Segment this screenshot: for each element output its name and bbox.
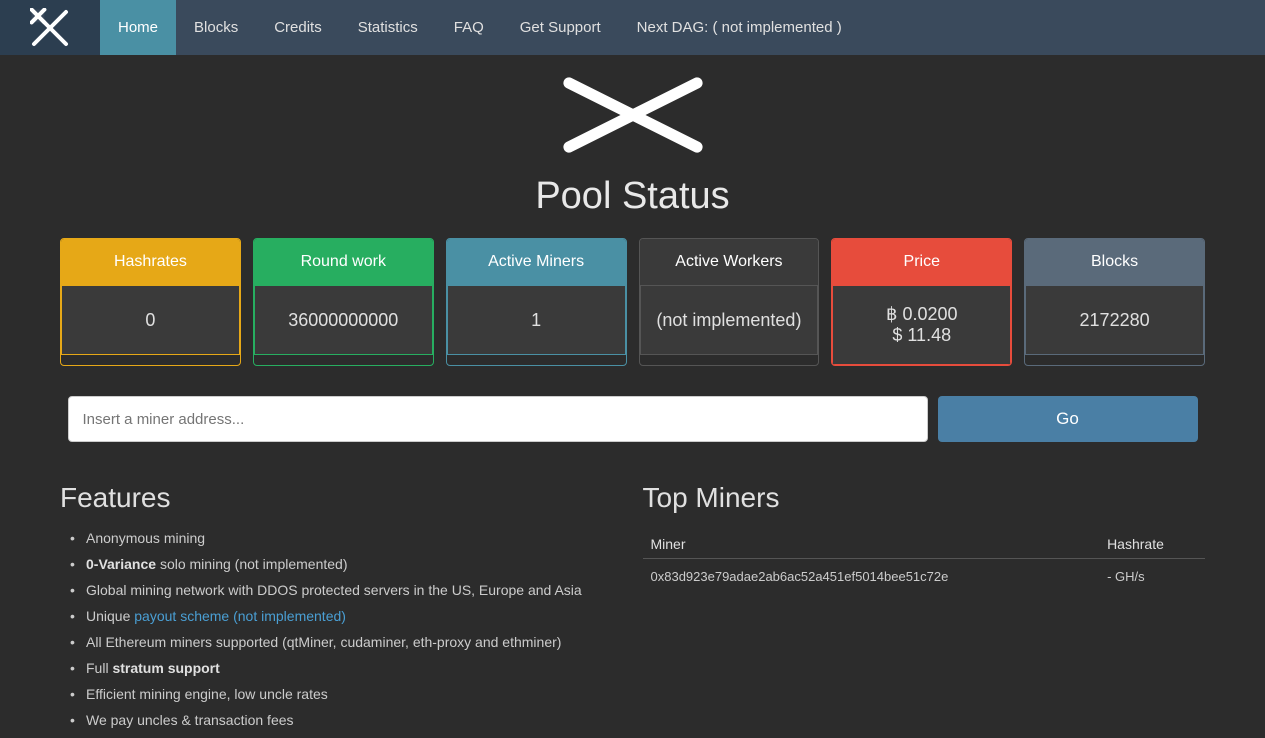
top-miners-title: Top Miners [643, 482, 1206, 514]
card-miners-label: Active Miners [447, 239, 626, 285]
nav-statistics[interactable]: Statistics [340, 0, 436, 55]
bottom-section: Features Anonymous mining 0-Variance sol… [0, 482, 1265, 738]
logo-area [0, 55, 1265, 165]
miner-address: 0x83d923e79adae2ab6ac52a451ef5014bee51c7… [643, 559, 1100, 595]
miners-table-col-hashrate: Hashrate [1099, 530, 1205, 559]
nav-logo [0, 0, 100, 55]
main-logo-icon [553, 75, 713, 155]
features-title: Features [60, 482, 623, 514]
list-item: All Ethereum miners supported (qtMiner, … [70, 634, 623, 650]
list-item: We pay uncles & transaction fees [70, 712, 623, 728]
card-price: Price ฿ 0.0200 $ 11.48 [831, 238, 1012, 366]
list-item: 0-Variance solo mining (not implemented) [70, 556, 623, 572]
card-price-value: ฿ 0.0200 $ 11.48 [832, 285, 1011, 365]
list-item: Global mining network with DDOS protecte… [70, 582, 623, 598]
card-blocks: Blocks 2172280 [1024, 238, 1205, 366]
card-roundwork: Round work 36000000000 [253, 238, 434, 366]
table-row: 0x83d923e79adae2ab6ac52a451ef5014bee51c7… [643, 559, 1206, 595]
nav-next-dag[interactable]: Next DAG: ( not implemented ) [619, 0, 860, 55]
card-hashrates-value: 0 [61, 285, 240, 355]
nav-faq[interactable]: FAQ [436, 0, 502, 55]
search-go-button[interactable]: Go [938, 396, 1198, 442]
list-item: Efficient mining engine, low uncle rates [70, 686, 623, 702]
cards-row: Hashrates 0 Round work 36000000000 Activ… [0, 238, 1265, 366]
navigation: Home Blocks Credits Statistics FAQ Get S… [0, 0, 1265, 55]
card-workers: Active Workers (not implemented) [639, 238, 820, 366]
card-workers-label: Active Workers [640, 239, 819, 285]
miner-hashrate: - GH/s [1099, 559, 1205, 595]
card-roundwork-label: Round work [254, 239, 433, 285]
card-price-usd: $ 11.48 [892, 325, 951, 346]
card-blocks-value: 2172280 [1025, 285, 1204, 355]
card-hashrates-label: Hashrates [61, 239, 240, 285]
pool-status-title: Pool Status [0, 175, 1265, 218]
payout-scheme-link[interactable]: payout scheme (not implemented) [134, 608, 346, 624]
card-miners: Active Miners 1 [446, 238, 627, 366]
miners-table-col-miner: Miner [643, 530, 1100, 559]
miners-table: Miner Hashrate 0x83d923e79adae2ab6ac52a4… [643, 530, 1206, 594]
card-workers-value: (not implemented) [640, 285, 819, 355]
card-hashrates: Hashrates 0 [60, 238, 241, 366]
top-miners-column: Top Miners Miner Hashrate 0x83d923e79ada… [643, 482, 1206, 738]
card-blocks-label: Blocks [1025, 239, 1204, 285]
nav-home[interactable]: Home [100, 0, 176, 55]
list-item: Anonymous mining [70, 530, 623, 546]
nav-credits[interactable]: Credits [256, 0, 340, 55]
nav-links: Home Blocks Credits Statistics FAQ Get S… [100, 0, 860, 55]
card-miners-value: 1 [447, 285, 626, 355]
pickaxe-logo-icon [30, 8, 70, 48]
search-input[interactable] [68, 396, 928, 442]
search-row: Go [0, 396, 1265, 442]
card-price-btc: ฿ 0.0200 [886, 304, 958, 325]
features-column: Features Anonymous mining 0-Variance sol… [60, 482, 623, 738]
nav-blocks[interactable]: Blocks [176, 0, 256, 55]
nav-get-support[interactable]: Get Support [502, 0, 619, 55]
list-item: Full stratum support [70, 660, 623, 676]
card-price-label: Price [832, 239, 1011, 285]
list-item: Unique payout scheme (not implemented) [70, 608, 623, 624]
card-roundwork-value: 36000000000 [254, 285, 433, 355]
features-list: Anonymous mining 0-Variance solo mining … [60, 530, 623, 728]
